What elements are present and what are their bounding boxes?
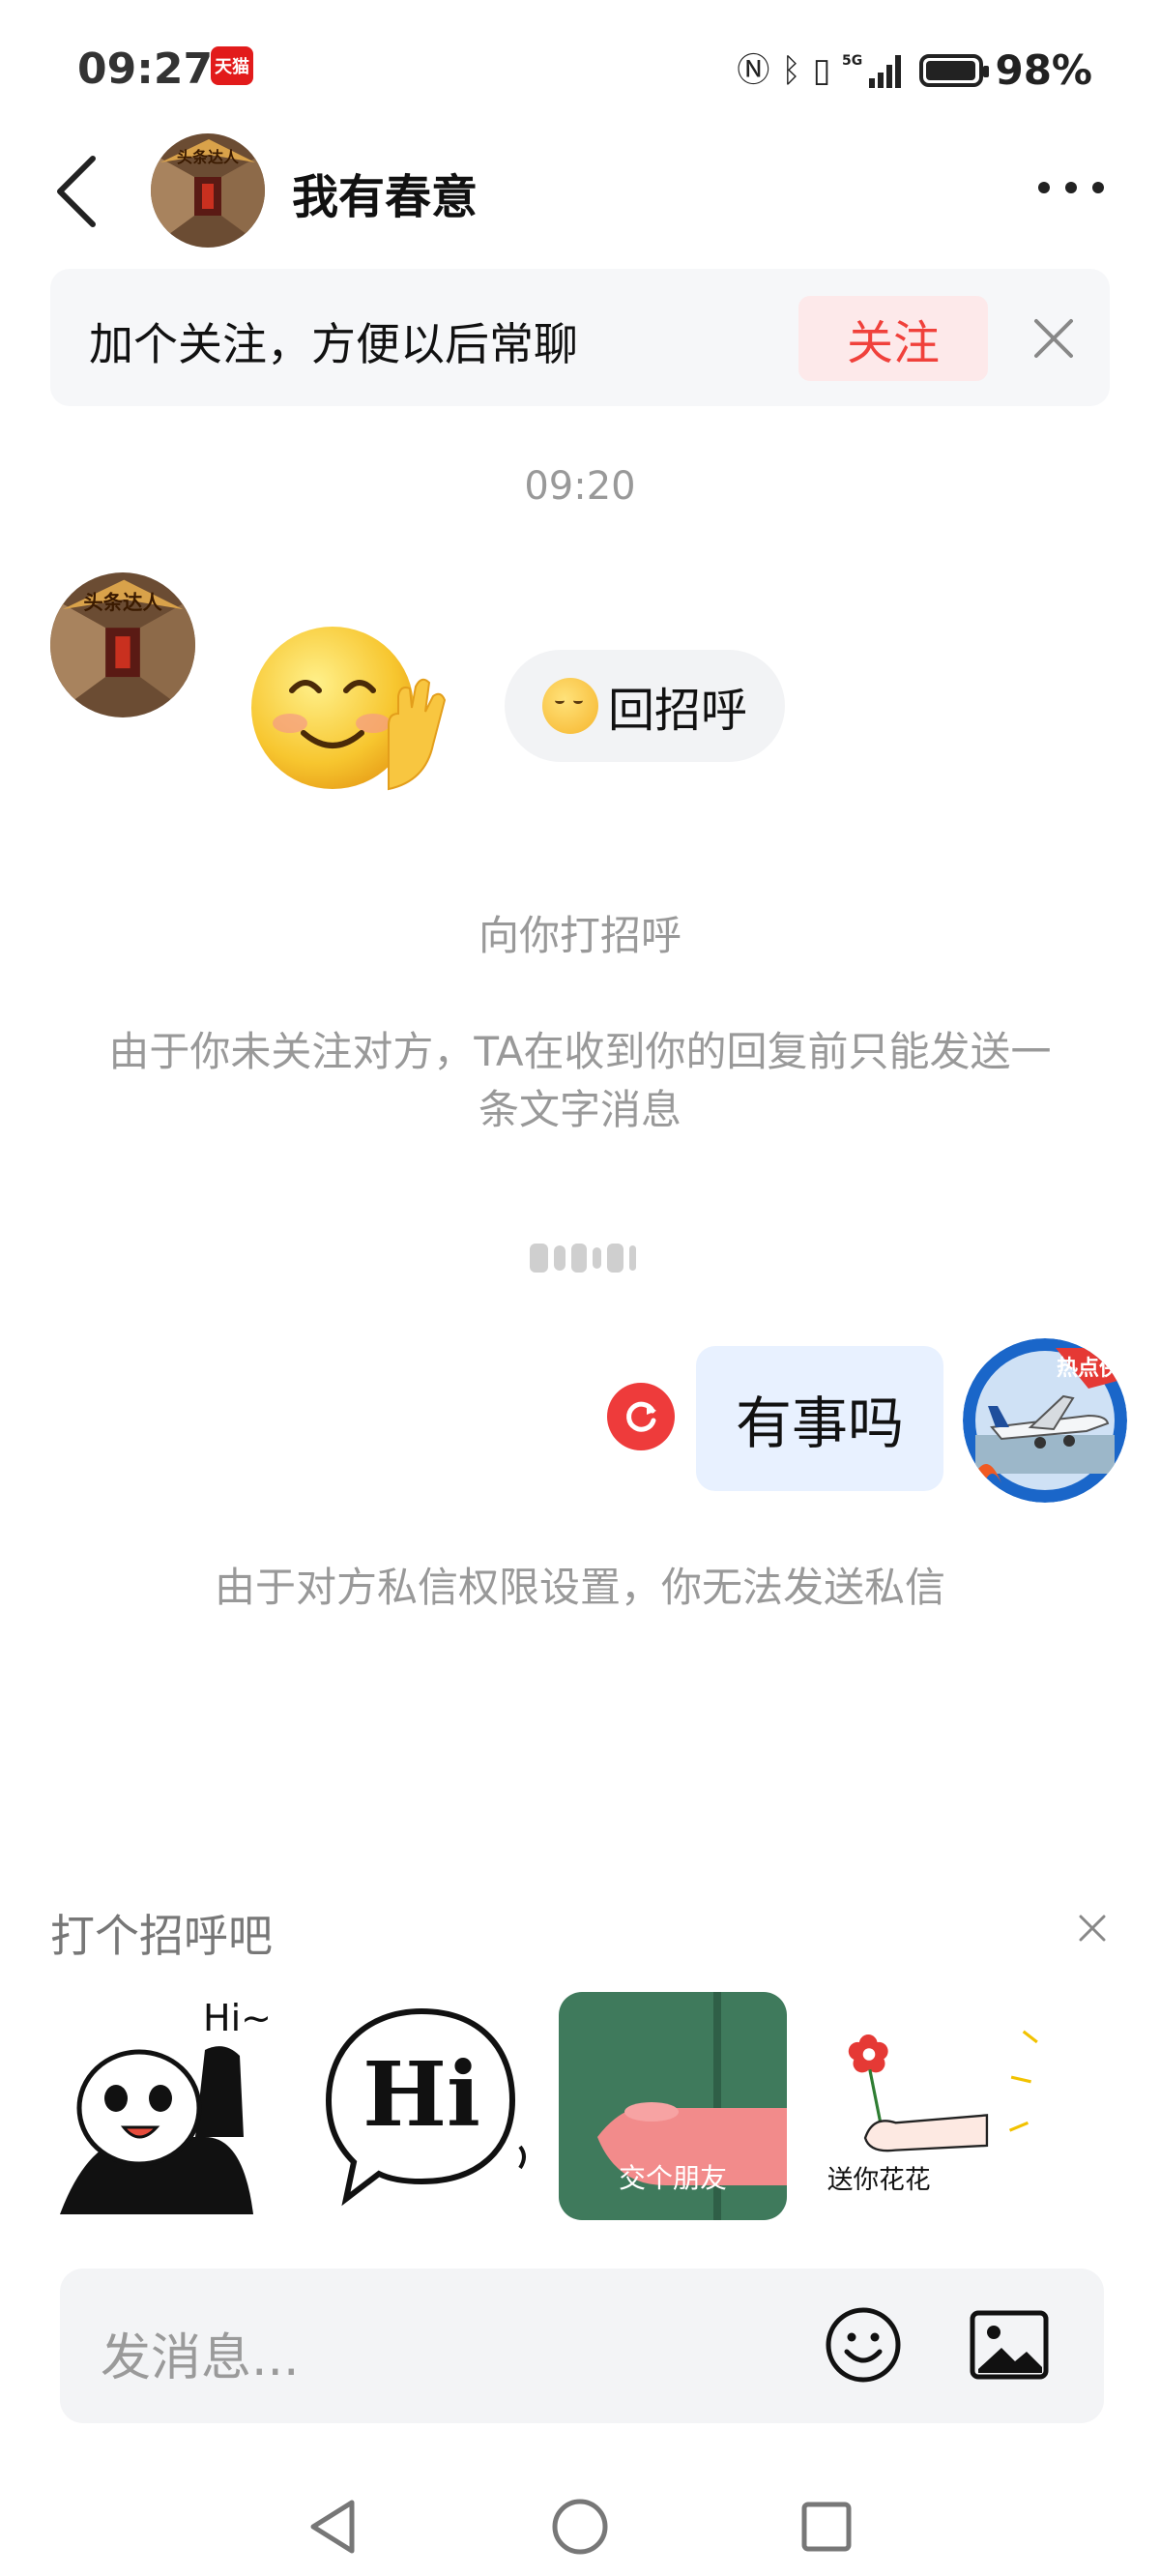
follow-banner-text: 加个关注，方便以后常聊 (89, 318, 578, 370)
emoji-picker-icon[interactable] (824, 2305, 903, 2385)
nav-home-icon[interactable] (546, 2493, 614, 2561)
follow-button[interactable]: 关注 (798, 296, 988, 381)
corridor-avatar-image: 头条达人 (50, 572, 195, 717)
signal-icon: 5G (842, 53, 902, 88)
greeting-panel-title: 打个招呼吧 (50, 1910, 273, 1962)
avatar-badge-text: 头条达人 (177, 148, 240, 166)
sticker-caption: Hi (362, 2042, 480, 2147)
smile-emoji-icon (541, 678, 598, 734)
close-banner-icon[interactable] (1029, 313, 1079, 364)
outgoing-message-bubble[interactable]: 有事吗 (696, 1346, 943, 1491)
corridor-avatar-image: 头条达人 (151, 133, 265, 248)
back-arrow-icon[interactable] (50, 153, 104, 230)
airplane-avatar-image: 热点侠 (963, 1338, 1127, 1503)
battery-percent: 98% (995, 46, 1092, 94)
refresh-icon (626, 1401, 656, 1432)
reply-greeting-label: 回招呼 (607, 684, 747, 738)
sticker-caption: 送你花花 (827, 2165, 931, 2195)
battery-icon (919, 53, 990, 87)
system-message-privacy: 由于对方私信权限设置，你无法发送私信 (214, 1564, 945, 1611)
chat-title: 我有春意 (292, 170, 478, 224)
system-message-restriction: 由于你未关注对方，TA在收到你的回复前只能发送一条文字消息 (108, 1028, 1052, 1133)
sticker-make-friend[interactable]: 交个朋友 (559, 1992, 787, 2220)
nfc-icon: Ⓝ (737, 50, 770, 90)
sticker-caption: 交个朋友 (619, 2162, 727, 2194)
sender-avatar[interactable]: 头条达人 (50, 572, 195, 717)
nav-recents-icon[interactable] (793, 2493, 860, 2561)
close-greeting-panel-icon[interactable] (1073, 1909, 1112, 1947)
message-input[interactable]: 发消息... (101, 2317, 300, 2389)
image-picker-icon[interactable] (969, 2309, 1050, 2381)
more-options-icon[interactable] (1038, 182, 1104, 193)
contact-avatar[interactable]: 头条达人 (151, 133, 265, 248)
sticker-hi-bubble[interactable]: Hi (307, 1992, 536, 2220)
wave-hello-emoji (251, 627, 447, 791)
loading-placeholder (530, 1242, 636, 1274)
resend-failed-icon[interactable] (607, 1383, 675, 1450)
avatar-badge-text: 热点侠 (1057, 1356, 1121, 1381)
system-message-greeting: 向你打招呼 (478, 912, 682, 959)
status-time: 09:27 (77, 44, 214, 94)
avatar-badge-text: 头条达人 (83, 591, 162, 614)
nav-back-icon[interactable] (300, 2493, 367, 2561)
bluetooth-icon: ᛒ (781, 50, 801, 90)
reply-greeting-button[interactable]: 回招呼 (505, 650, 785, 762)
message-timestamp: 09:20 (524, 464, 636, 509)
vibrate-icon: ▯ (812, 50, 831, 90)
network-type: 5G (842, 53, 862, 69)
sticker-panda-hi[interactable]: Hi~ (50, 1992, 278, 2220)
status-indicators: Ⓝ ᛒ ▯ 5G 98% (737, 46, 1092, 94)
my-avatar[interactable]: 热点侠 (963, 1338, 1127, 1503)
sticker-flower-gift[interactable]: 送你花花 (812, 1992, 1040, 2220)
sticker-caption: Hi~ (203, 1997, 272, 2039)
tmall-app-icon: 天猫 (211, 46, 253, 85)
